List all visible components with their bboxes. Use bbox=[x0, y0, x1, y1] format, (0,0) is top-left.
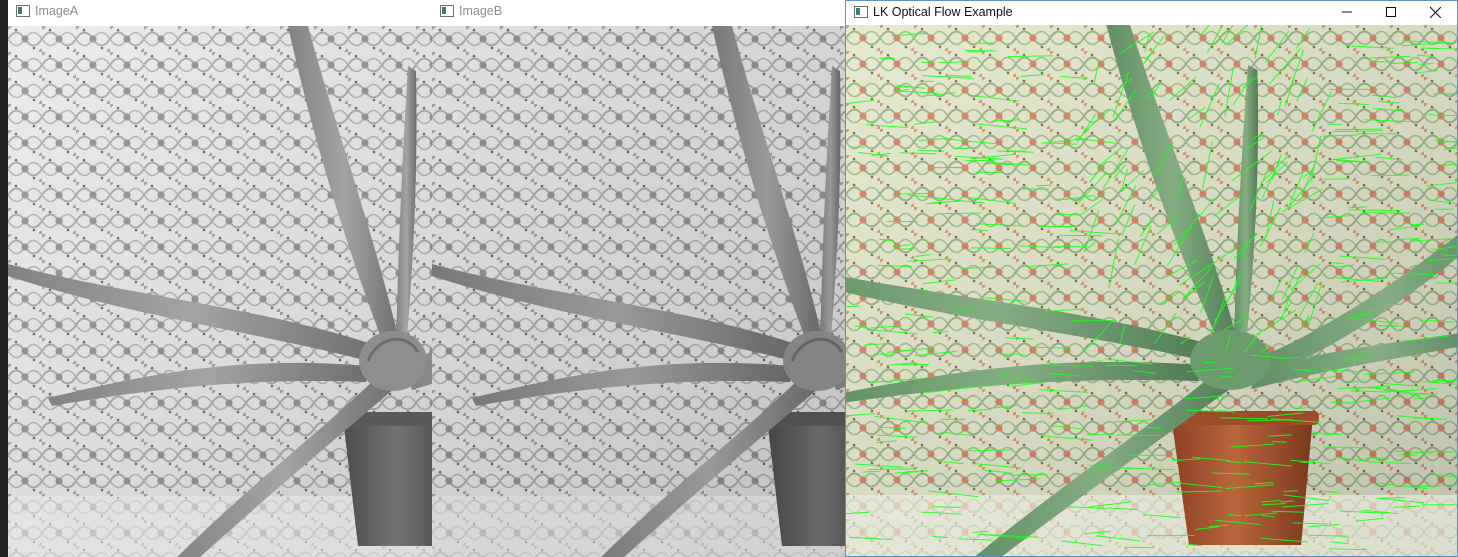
flow-vector bbox=[1299, 461, 1315, 464]
flow-vector bbox=[1380, 497, 1406, 499]
flow-vector bbox=[1375, 241, 1397, 243]
image-a-titlebar[interactable]: ImageA bbox=[8, 0, 432, 26]
minimize-icon bbox=[1342, 11, 1352, 13]
flow-vector bbox=[1433, 93, 1457, 95]
flow-vector bbox=[932, 506, 961, 508]
maximize-icon bbox=[1386, 7, 1396, 17]
image-a-title: ImageA bbox=[35, 4, 79, 18]
maximize-button[interactable] bbox=[1369, 1, 1413, 23]
flow-vector bbox=[1408, 393, 1427, 395]
opencv-window-icon bbox=[854, 6, 868, 18]
image-b-canvas bbox=[432, 26, 845, 557]
flow-vector bbox=[1348, 209, 1401, 211]
minimize-button[interactable] bbox=[1325, 1, 1369, 23]
flow-vector bbox=[1036, 184, 1052, 187]
flow-vector bbox=[1058, 213, 1079, 216]
flow-vector bbox=[1366, 310, 1386, 313]
lk-optical-flow-title: LK Optical Flow Example bbox=[873, 5, 1013, 19]
flow-vector bbox=[1370, 174, 1410, 177]
aloe-plant-image-b bbox=[432, 26, 845, 557]
image-b-title: ImageB bbox=[459, 4, 503, 18]
lk-optical-flow-window[interactable]: LK Optical Flow Example bbox=[845, 0, 1458, 557]
flow-vector bbox=[1400, 238, 1421, 240]
flow-vector bbox=[1334, 128, 1383, 131]
aloe-plant-image-a bbox=[8, 26, 432, 557]
window-controls bbox=[1325, 1, 1457, 23]
opencv-window-icon bbox=[440, 5, 454, 17]
flow-vector bbox=[878, 57, 895, 60]
flow-vector bbox=[1272, 441, 1287, 443]
lk-optical-flow-canvas bbox=[846, 25, 1457, 556]
flow-vector bbox=[953, 147, 971, 150]
lk-optical-flow-titlebar[interactable]: LK Optical Flow Example bbox=[846, 1, 1457, 25]
opencv-window-icon bbox=[16, 5, 30, 17]
image-a-canvas bbox=[8, 26, 432, 557]
close-button[interactable] bbox=[1413, 1, 1457, 23]
flow-vector bbox=[868, 468, 916, 470]
close-icon bbox=[1429, 6, 1441, 18]
flow-vector bbox=[1322, 178, 1349, 180]
flow-vector bbox=[897, 192, 934, 195]
flow-vector bbox=[964, 159, 995, 162]
aloe-plant-color-image bbox=[846, 25, 1457, 556]
image-a-window[interactable]: ImageA bbox=[8, 0, 432, 557]
desktop: ImageA ImageB LK Optical Flow Example bbox=[0, 0, 1458, 557]
flow-vector bbox=[1011, 474, 1048, 476]
image-b-window[interactable]: ImageB bbox=[432, 0, 845, 557]
flow-vector bbox=[970, 247, 1011, 249]
image-b-titlebar[interactable]: ImageB bbox=[432, 0, 845, 26]
background-window-edge bbox=[0, 0, 8, 557]
